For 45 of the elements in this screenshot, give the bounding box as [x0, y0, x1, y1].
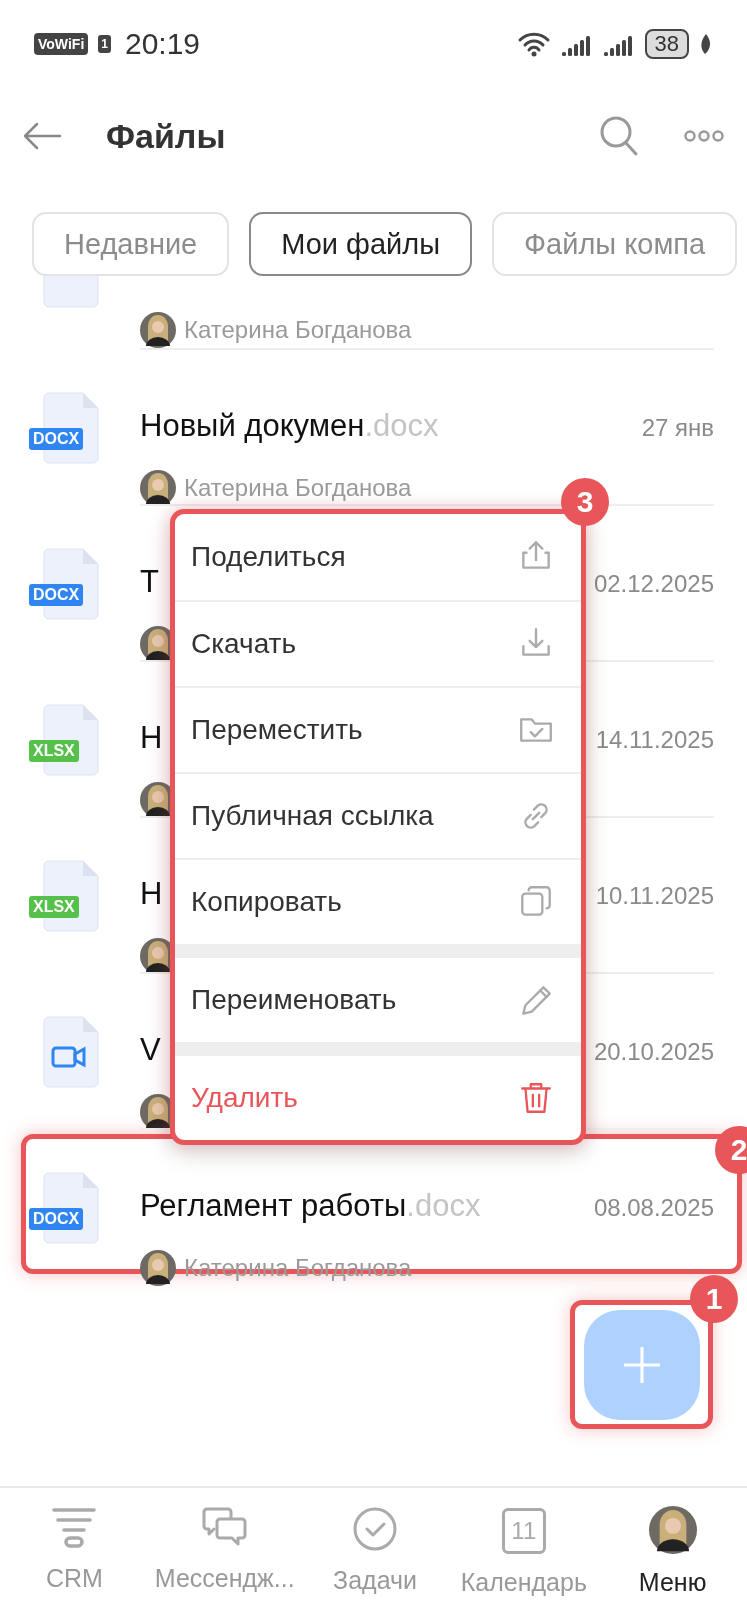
menu-item[interactable]: Удалить — [191, 1082, 298, 1114]
author-name: Катерина Богданова — [184, 474, 412, 502]
leaf-icon — [699, 33, 713, 55]
file-name[interactable]: V — [140, 1032, 161, 1068]
plus-icon — [621, 1344, 662, 1385]
callout-badge: 2 — [715, 1126, 747, 1174]
file-date: 08.08.2025 — [593, 1194, 714, 1222]
menu-item[interactable]: Переименовать — [191, 984, 397, 1016]
funnel-icon — [50, 1506, 99, 1550]
file-name[interactable]: Новый докумен.docx — [140, 408, 439, 444]
menu-item[interactable]: Скачать — [191, 628, 296, 660]
add-button[interactable] — [583, 1309, 700, 1420]
file-date: 27 янв — [641, 414, 714, 442]
menu-item[interactable]: Переместить — [191, 714, 363, 746]
avatar — [140, 312, 176, 348]
back-button[interactable] — [22, 121, 62, 151]
more-button[interactable] — [683, 129, 725, 143]
search-button[interactable] — [599, 115, 639, 157]
menu-item[interactable]: Копировать — [191, 886, 342, 918]
callout-badge: 1 — [690, 1275, 738, 1323]
vowifi-badge: VoWiFi — [34, 33, 89, 55]
file-date: 02.12.2025 — [593, 570, 714, 598]
menu-item[interactable]: Публичная ссылка — [191, 800, 434, 832]
author-name: Катерина Богданова — [184, 316, 412, 344]
avatar — [648, 1506, 697, 1554]
file-name[interactable]: Н — [140, 876, 163, 912]
page-title: Файлы — [106, 116, 227, 156]
file-name[interactable]: Н — [140, 720, 163, 756]
avatar — [140, 1250, 176, 1286]
file-date: 10.11.2025 — [595, 882, 714, 910]
avatar — [140, 470, 176, 506]
callout-badge: 3 — [561, 478, 609, 526]
tab[interactable]: Мои файлы — [249, 212, 473, 276]
clock: 20:19 — [124, 27, 201, 61]
file-name[interactable]: Регламент работы.docx — [140, 1188, 481, 1224]
check-circle-icon — [352, 1506, 399, 1552]
menu-item[interactable]: Поделиться — [191, 541, 346, 573]
battery-indicator: 38 — [644, 29, 689, 59]
nav-item[interactable]: Меню — [598, 1488, 747, 1620]
file-date: 14.11.2025 — [595, 726, 714, 754]
file-name[interactable]: Т — [140, 564, 159, 600]
wifi-icon — [516, 31, 551, 57]
file-date: 20.10.2025 — [593, 1038, 714, 1066]
calendar-icon: 11 — [501, 1508, 546, 1554]
sim-badge: 1 — [98, 35, 111, 53]
